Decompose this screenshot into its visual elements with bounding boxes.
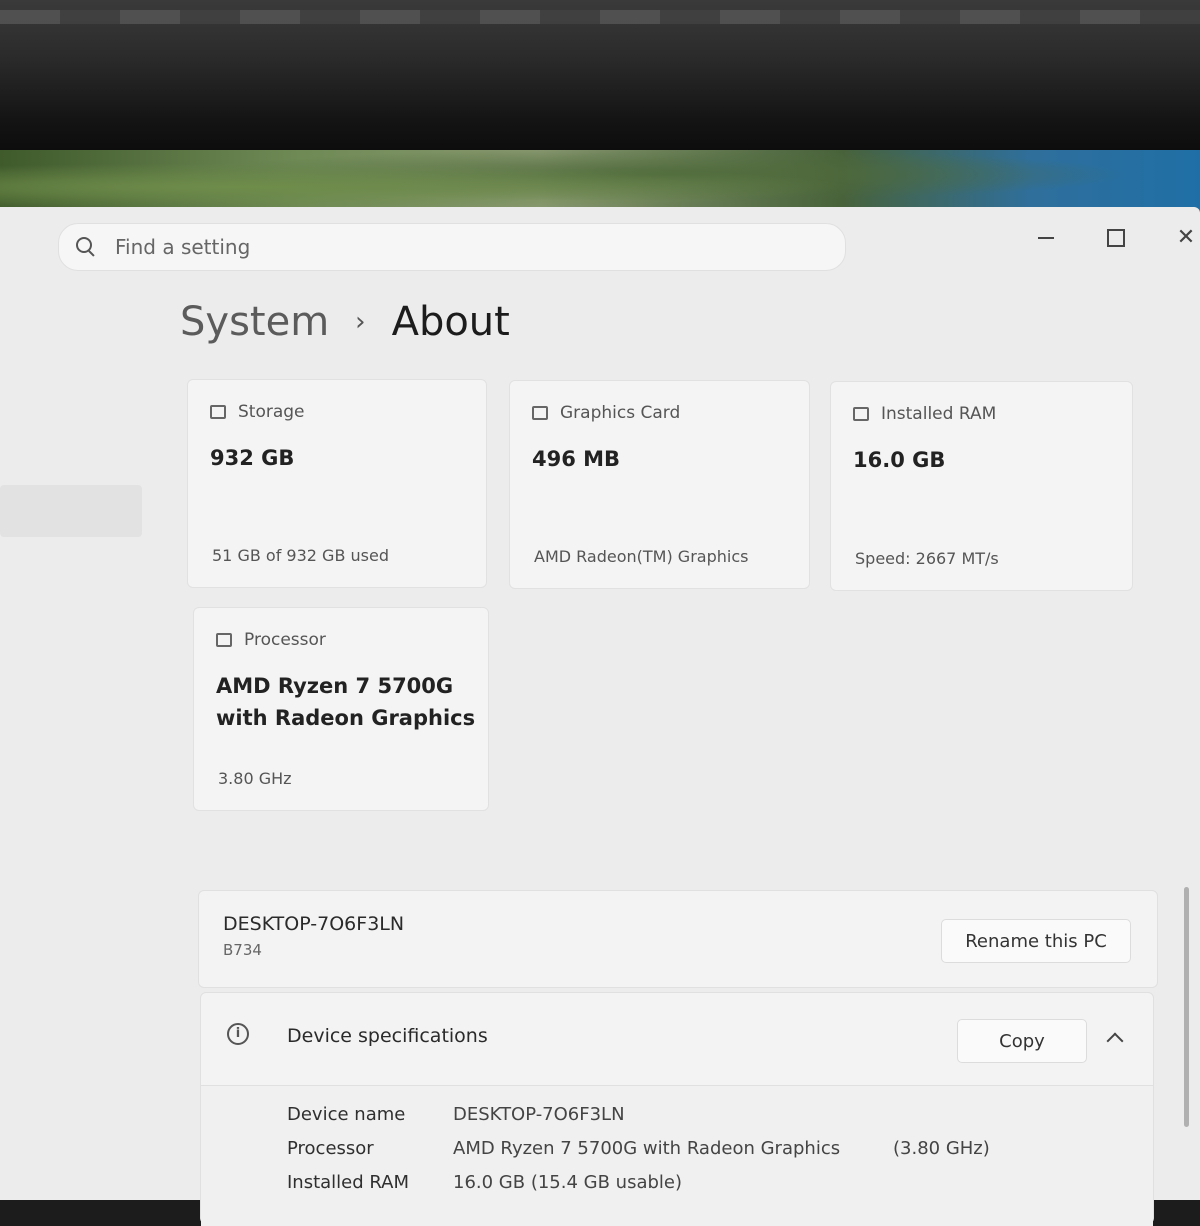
spec-key: Device name <box>287 1104 406 1125</box>
graphics-card-icon <box>532 406 548 420</box>
scrollbar[interactable] <box>1184 887 1189 1127</box>
storage-card-header: Storage <box>210 402 305 422</box>
pc-model: B734 <box>223 941 262 959</box>
spec-value: DESKTOP-7O6F3LN <box>453 1104 625 1125</box>
pc-name-panel: DESKTOP-7O6F3LN B734 Rename this PC <box>198 890 1158 988</box>
monitor-bezel <box>0 0 1200 150</box>
installed-ram-header: Installed RAM <box>853 404 996 424</box>
info-icon: i <box>227 1023 249 1045</box>
settings-window: ✕ System › About Storage 932 GB 51 GB of… <box>0 207 1200 1226</box>
memory-icon <box>853 407 869 421</box>
hard-drive-icon <box>210 405 226 419</box>
graphics-card-header: Graphics Card <box>532 403 680 423</box>
page-title: About <box>391 299 510 345</box>
chevron-up-icon[interactable] <box>1106 1032 1124 1050</box>
storage-value: 932 GB <box>210 446 295 470</box>
desktop-wallpaper <box>0 150 1200 212</box>
processor-speed: 3.80 GHz <box>218 769 292 788</box>
installed-ram-label: Installed RAM <box>881 404 997 424</box>
search-input[interactable] <box>113 234 797 260</box>
bezel-rail <box>0 10 1200 24</box>
device-specifications-panel: i Device specifications Copy Device name… <box>200 992 1154 1226</box>
spec-value: 16.0 GB (15.4 GB usable) <box>453 1172 682 1193</box>
minimize-button[interactable] <box>1028 225 1064 251</box>
installed-ram-card[interactable]: Installed RAM 16.0 GB Speed: 2667 MT/s <box>830 381 1133 591</box>
sidebar-selected-item[interactable] <box>0 485 142 537</box>
pc-name: DESKTOP-7O6F3LN <box>223 913 405 935</box>
spec-key: Installed RAM <box>287 1172 410 1193</box>
processor-header: Processor <box>216 630 326 650</box>
spec-extra: (3.80 GHz) <box>893 1138 990 1159</box>
graphics-card-value: 496 MB <box>532 447 621 471</box>
device-specifications-title[interactable]: Device specifications <box>287 1025 488 1047</box>
chevron-right-icon: › <box>355 307 366 337</box>
storage-usage: 51 GB of 932 GB used <box>212 546 389 565</box>
installed-ram-value: 16.0 GB <box>853 448 946 472</box>
processor-icon <box>216 633 232 647</box>
copy-button[interactable]: Copy <box>957 1019 1087 1063</box>
processor-card[interactable]: Processor AMD Ryzen 7 5700G with Radeon … <box>193 607 489 811</box>
spec-key: Processor <box>287 1138 374 1159</box>
storage-label: Storage <box>238 402 305 422</box>
processor-label: Processor <box>244 630 326 650</box>
close-button[interactable]: ✕ <box>1168 225 1200 250</box>
search-icon <box>75 236 97 258</box>
maximize-button[interactable] <box>1098 225 1134 251</box>
graphics-card-card[interactable]: Graphics Card 496 MB AMD Radeon(TM) Grap… <box>509 380 810 589</box>
specifications-list: Device name DESKTOP-7O6F3LN Processor AM… <box>201 1086 1153 1226</box>
search-box[interactable] <box>58 223 846 271</box>
maximize-icon <box>1107 229 1125 247</box>
minimize-icon <box>1038 237 1054 239</box>
rename-pc-button[interactable]: Rename this PC <box>941 919 1131 963</box>
breadcrumb: System › About <box>180 299 510 345</box>
graphics-card-label: Graphics Card <box>560 403 681 423</box>
breadcrumb-system[interactable]: System <box>180 299 329 345</box>
graphics-card-name: AMD Radeon(TM) Graphics <box>534 547 749 566</box>
processor-value: AMD Ryzen 7 5700G with Radeon Graphics <box>216 674 476 730</box>
ram-speed: Speed: 2667 MT/s <box>855 549 999 568</box>
close-icon: ✕ <box>1176 225 1196 250</box>
spec-value: AMD Ryzen 7 5700G with Radeon Graphics <box>453 1138 841 1159</box>
storage-card[interactable]: Storage 932 GB 51 GB of 932 GB used <box>187 379 487 588</box>
